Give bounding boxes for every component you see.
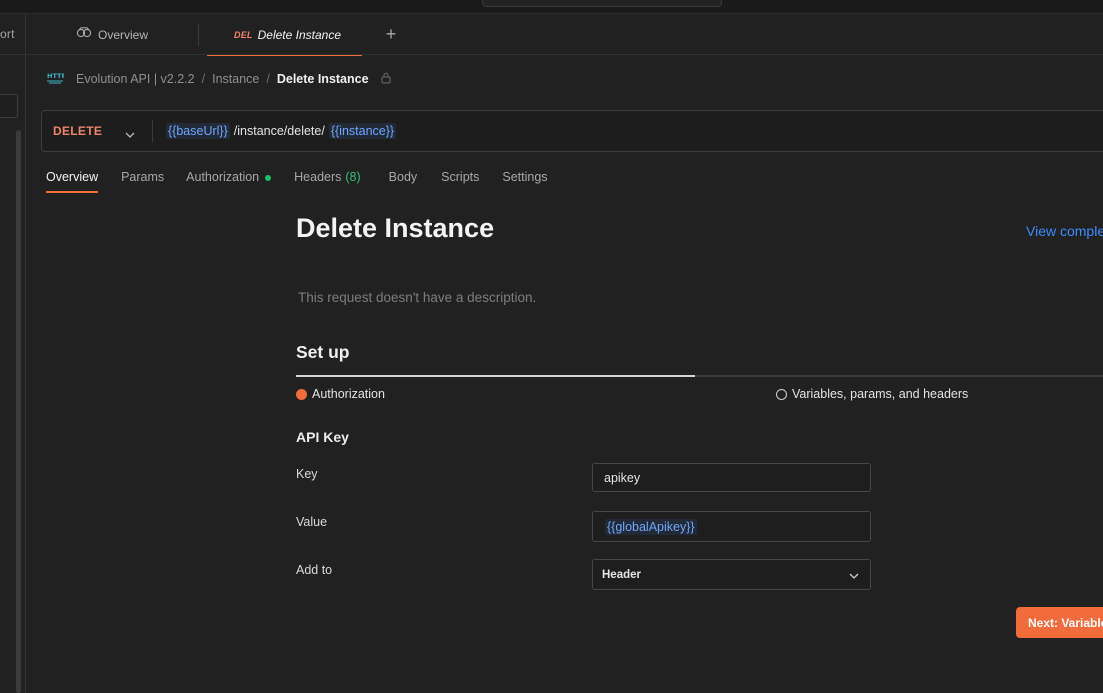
breadcrumb-separator: / <box>201 72 206 86</box>
step-variables-label: Variables, params, and headers <box>792 387 969 401</box>
value-variable[interactable]: {{globalApikey}} <box>605 518 697 535</box>
view-documentation-link[interactable]: View complete documentation <box>1026 223 1103 239</box>
key-input[interactable]: apikey <box>592 463 871 492</box>
request-tabs: Overview Params Authorization Headers (8… <box>46 166 548 194</box>
breadcrumb-current[interactable]: Delete Instance <box>277 72 369 86</box>
tab-active-label: Delete Instance <box>257 27 341 42</box>
next-step-button[interactable]: Next: Variables <box>1016 607 1103 638</box>
addto-label: Add to <box>296 563 333 577</box>
setup-step-variables[interactable]: Variables, params, and headers <box>776 387 968 401</box>
breadcrumb-folder[interactable]: Instance <box>212 72 259 86</box>
url-divider <box>152 120 153 142</box>
lock-icon[interactable] <box>381 72 391 87</box>
method-value: DELETE <box>53 124 103 138</box>
tab-scripts[interactable]: Scripts <box>441 166 479 194</box>
overview-icon <box>76 27 98 42</box>
auth-type-heading: API Key <box>296 429 349 445</box>
tab-headers[interactable]: Headers (8) <box>294 166 361 194</box>
tab-bar: Overview DEL Delete Instance + <box>27 14 1103 56</box>
tab-authorization[interactable]: Authorization <box>186 166 272 194</box>
step-inactive-icon <box>776 388 787 400</box>
sidebar-divider <box>0 54 26 55</box>
tab-delete-instance[interactable]: DEL Delete Instance <box>207 14 362 56</box>
import-button[interactable]: ort <box>0 27 15 41</box>
url-input[interactable]: {{baseUrl}} /instance/delete/ {{instance… <box>166 111 397 151</box>
app-window: ort Overview DEL Delete Instance + HTTP <box>0 0 1103 693</box>
chevron-down-icon <box>125 126 135 144</box>
http-icon: HTTP <box>46 70 66 89</box>
step-authorization-label: Authorization <box>312 387 385 401</box>
key-label: Key <box>296 467 318 481</box>
setup-progress-fill <box>296 375 696 377</box>
chevron-down-icon <box>849 571 859 583</box>
status-dot-icon <box>265 175 272 181</box>
request-description: This request doesn't have a description. <box>298 290 537 305</box>
setup-heading: Set up <box>296 342 350 362</box>
breadcrumb: HTTP Evolution API | v2.2.2 / Instance /… <box>46 70 391 88</box>
addto-value: Header <box>602 568 641 581</box>
page-title: Delete Instance <box>296 213 495 243</box>
step-active-icon <box>296 388 307 400</box>
url-path: /instance/delete/ <box>233 124 325 138</box>
global-search-box[interactable] <box>482 0 722 7</box>
setup-progress-track <box>296 375 1103 377</box>
svg-text:HTTP: HTTP <box>47 72 64 80</box>
value-input[interactable]: {{globalApikey}} <box>592 511 871 542</box>
tab-overview-label: Overview <box>98 27 149 42</box>
tab-settings[interactable]: Settings <box>502 166 547 194</box>
sidebar-filter-input[interactable] <box>0 94 18 118</box>
setup-step-authorization[interactable]: Authorization <box>296 387 385 401</box>
tab-body[interactable]: Body <box>389 166 418 194</box>
sidebar-scrollbar[interactable] <box>16 130 21 693</box>
request-url-bar: DELETE {{baseUrl}} /instance/delete/ {{i… <box>41 110 1103 152</box>
tab-method-badge: DEL <box>234 29 253 40</box>
value-label: Value <box>296 515 328 529</box>
new-tab-button[interactable]: + <box>381 14 401 55</box>
url-variable-baseurl[interactable]: {{baseUrl}} <box>166 123 230 139</box>
url-variable-instance[interactable]: {{instance}} <box>328 123 397 139</box>
tab-overview[interactable]: Overview <box>76 14 148 55</box>
tab-headers-label: Headers <box>294 170 342 184</box>
breadcrumb-collection[interactable]: Evolution API | v2.2.2 <box>76 72 195 86</box>
tab-divider <box>198 24 199 46</box>
method-select[interactable]: DELETE <box>42 111 152 151</box>
breadcrumb-separator: / <box>266 72 270 86</box>
top-strip <box>0 0 1103 14</box>
addto-select[interactable]: Header <box>592 559 871 590</box>
tab-authorization-label: Authorization <box>186 170 260 184</box>
headers-count-badge: (8) <box>345 170 361 184</box>
left-sidebar: ort <box>0 14 26 693</box>
tab-req-overview[interactable]: Overview <box>46 166 99 194</box>
tab-params[interactable]: Params <box>121 166 164 194</box>
